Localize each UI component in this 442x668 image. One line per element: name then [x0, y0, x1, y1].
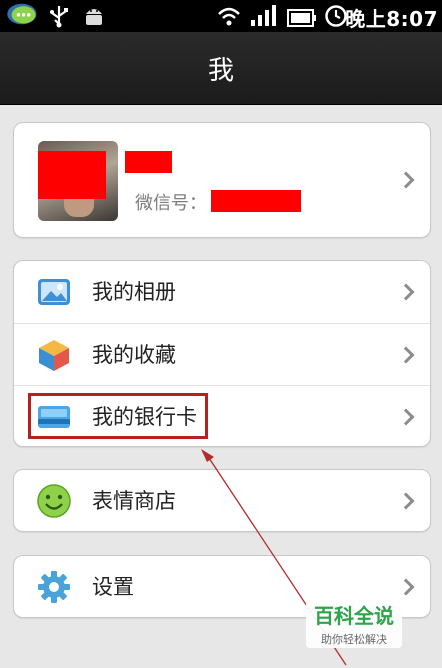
- annotation-arrow: [201, 449, 347, 666]
- watermark-subtitle: 助你轻松解决: [321, 633, 387, 646]
- watermark: 百科全说 助你轻松解决: [306, 596, 402, 648]
- watermark-title: 百科全说: [314, 604, 394, 628]
